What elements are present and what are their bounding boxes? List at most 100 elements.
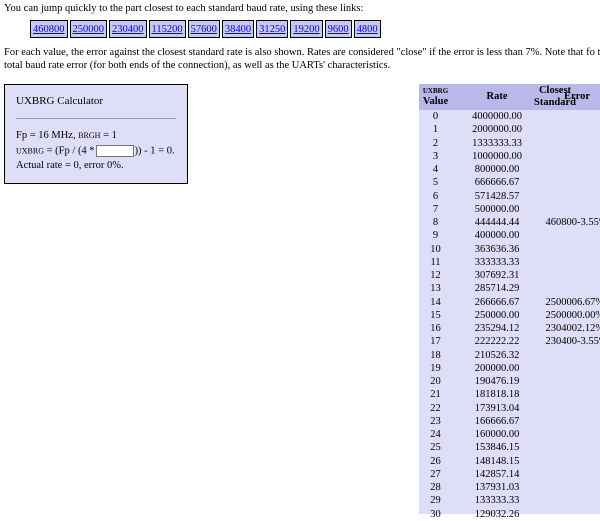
rate-cell: 333333.33: [474, 256, 520, 268]
divisor-input[interactable]: [95, 145, 134, 157]
link-19200[interactable]: 19200: [290, 20, 323, 38]
error-cell: -3.55%: [577, 217, 600, 228]
link-4800[interactable]: 4800: [353, 20, 381, 38]
table-row: 22 173913.04: [419, 402, 600, 415]
table-row: 21 181818.18: [419, 388, 600, 401]
uxbrg-value-cell: 28: [430, 482, 441, 493]
error-cell: 0.00%: [577, 309, 600, 321]
closest-standard-cell: 250000: [545, 296, 578, 308]
uxbrg-value-cell: 15: [430, 309, 441, 321]
uxbrg-value-cell: 3: [432, 150, 439, 162]
closest-standard-cell: 250000: [545, 309, 578, 321]
calculator-result: Actual rate = 0, error 0%.: [16, 160, 124, 171]
rate-cell: 153846.15: [474, 442, 520, 454]
fp-text: Fp = 16 MHz,: [16, 130, 76, 141]
rate-cell: 190476.19: [474, 376, 520, 387]
rate-cell: 2000000.00: [472, 124, 522, 136]
link-250000[interactable]: 250000: [69, 20, 107, 38]
uxbrg-value-cell: 29: [430, 495, 441, 507]
rate-cell: 166666.67: [474, 415, 520, 427]
closest-standard-cell: 460800: [545, 217, 578, 228]
uxbrg-value-cell: 23: [430, 415, 441, 427]
rate-cell: 210526.32: [474, 349, 520, 361]
rate-cell: 307692.31: [474, 270, 520, 281]
table-row: 7 500000.00: [419, 203, 600, 216]
link-230400[interactable]: 230400: [109, 20, 147, 38]
formula-suffix: )) - 1 = 0.: [134, 145, 175, 157]
table-row: 18 210526.32: [419, 349, 600, 362]
rate-cell: 400000.00: [474, 230, 520, 242]
rate-cell: 142857.14: [474, 468, 520, 480]
table-row: 15250000.002500000.00%: [419, 309, 600, 322]
rate-cell: 173913.04: [474, 402, 520, 414]
rate-cell: 363636.36: [474, 243, 520, 255]
rate-cell: 181818.18: [474, 389, 520, 401]
formula-uxbrg-label: UXBRG: [16, 146, 45, 156]
uxbrg-value-cell: 18: [430, 349, 441, 361]
intro-text: You can jump quickly to the part closest…: [4, 3, 364, 14]
rate-cell: 800000.00: [474, 164, 520, 175]
table-header: UXBRG Value Rate Closest Standard Error: [419, 84, 600, 110]
error-cell: 2.12%: [577, 323, 600, 334]
table-body: 0 4000000.00 1 2000000.00 2 1 333333.33 3 100000…: [419, 110, 600, 521]
uxbrg-value-cell: 8: [432, 217, 439, 228]
uxbrg-value-cell: 9: [432, 230, 439, 242]
uxbrg-value-cell: 14: [430, 296, 441, 308]
uxbrg-value-cell: 19: [430, 362, 441, 374]
link-460800[interactable]: 460800: [30, 20, 68, 38]
uxbrg-value-cell: 13: [430, 283, 441, 295]
table-row: 30 129032.26: [419, 508, 600, 521]
uxbrg-value-cell: 1: [432, 124, 439, 136]
rate-cell: 285714.29: [474, 283, 520, 295]
table-row: 14266666.672500006.67%: [419, 296, 600, 309]
baud-rate-table: UXBRG Value Rate Closest Standard Error …: [419, 84, 600, 520]
table-row: 5 666666.67: [419, 176, 600, 189]
rate-cell: 137931.03: [474, 482, 520, 493]
rate-cell: 133333.33: [474, 495, 520, 507]
uxbrg-value-cell: 22: [430, 402, 441, 414]
uxbrg-value-cell: 24: [430, 429, 441, 440]
uxbrg-value-cell: 6: [432, 190, 439, 202]
uxbrg-calculator: UXBRG Calculator Fp = 16 MHz, BRGH = 1 U…: [4, 84, 188, 184]
uxbrg-value-cell: 11: [430, 256, 441, 268]
table-row: 1 2000000.00: [419, 123, 600, 136]
uxbrg-value-cell: 17: [430, 336, 441, 348]
table-row: 26 148148.15: [419, 455, 600, 468]
link-115200[interactable]: 115200: [148, 20, 186, 38]
uxbrg-value-cell: 0: [432, 111, 439, 122]
table-row: 6 571428.57: [419, 190, 600, 203]
calculator-formula: UXBRG = (Fp / (4 * )) - 1 = 0.: [16, 145, 175, 157]
uxbrg-value-cell: 20: [430, 376, 441, 387]
uxbrg-value-cell: 21: [430, 389, 441, 401]
rate-cell: 571428.57: [474, 190, 520, 202]
brgh-label: BRGH: [78, 131, 101, 140]
table-row: 16235294.122304002.12%: [419, 322, 600, 335]
uxbrg-value-cell: 4: [432, 164, 439, 175]
table-row: 11 333333.33: [419, 256, 600, 269]
brgh-value: = 1: [103, 130, 117, 141]
link-31250[interactable]: 31250: [256, 20, 289, 38]
uxbrg-value-cell: 26: [430, 455, 441, 467]
header-uxbrg-value: UXBRG Value: [419, 86, 452, 108]
link-38400[interactable]: 38400: [221, 20, 255, 38]
rate-cell: 129032.26: [474, 508, 520, 520]
table-row: 0 4000000.00: [419, 110, 600, 123]
uxbrg-value-cell: 10: [430, 243, 441, 255]
uxbrg-value-cell: 27: [430, 468, 441, 480]
table-row: 9 400000.00: [419, 229, 600, 242]
table-row: 8444444.44460800-3.55%: [419, 216, 600, 229]
link-57600[interactable]: 57600: [187, 20, 220, 38]
formula-prefix: = (Fp / (4 *: [46, 145, 95, 157]
calculator-title: UXBRG Calculator: [16, 95, 104, 107]
uxbrg-value-cell: 25: [430, 442, 441, 454]
table-row: 3 1000000.00: [419, 150, 600, 163]
calculator-fp-line: Fp = 16 MHz, BRGH = 1: [16, 130, 117, 141]
closest-standard-cell: 230400: [545, 336, 578, 348]
table-row: 13 285714.29: [419, 282, 600, 295]
rate-cell: 666666.67: [474, 177, 520, 189]
table-row: 4 800000.00: [419, 163, 600, 176]
rate-cell: 500000.00: [474, 203, 520, 215]
baud-rate-links: 460800 250000 230400 115200 57600 38400 …: [30, 20, 383, 38]
link-9600[interactable]: 9600: [324, 20, 352, 38]
table-row: 20 190476.19: [419, 375, 600, 388]
